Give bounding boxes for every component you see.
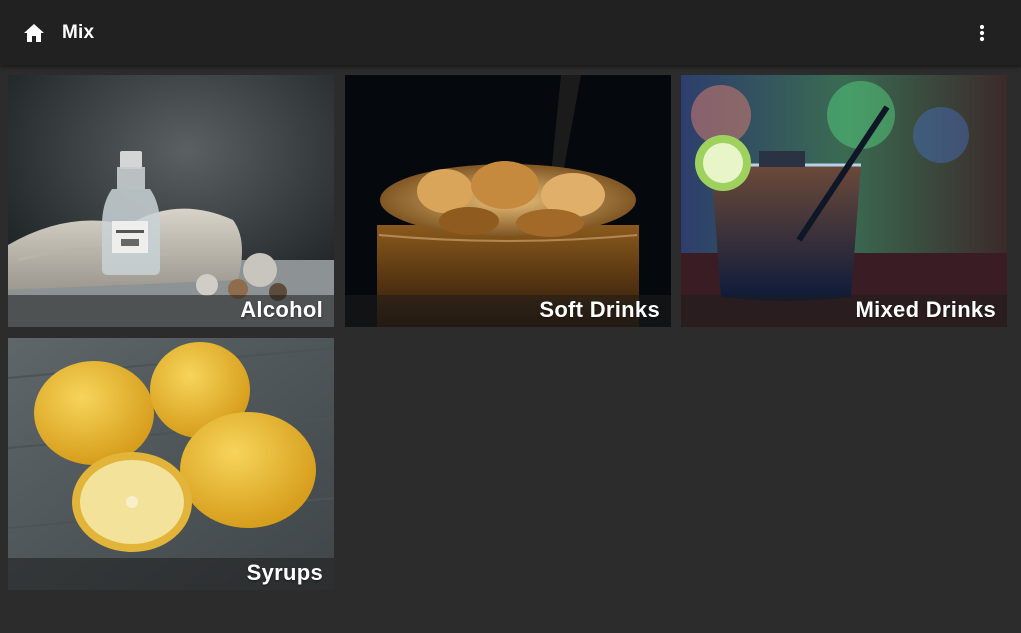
category-tile-syrups[interactable]: Syrups: [8, 338, 334, 590]
home-button[interactable]: [18, 17, 50, 49]
category-tile-mixed-drinks[interactable]: Mixed Drinks: [681, 75, 1007, 327]
app-bar: Mix: [0, 0, 1021, 65]
syrups-image: [8, 338, 334, 590]
tile-label-syrups: Syrups: [246, 560, 323, 585]
more-vert-icon: [979, 24, 985, 42]
tile-label-soft-drinks: Soft Drinks: [539, 297, 660, 322]
tile-label-mixed-drinks: Mixed Drinks: [855, 297, 996, 322]
mixed-drinks-image: [681, 75, 1007, 327]
category-tile-alcohol[interactable]: Alcohol: [8, 75, 334, 327]
soft-drinks-image: [345, 75, 671, 327]
category-tile-soft-drinks[interactable]: Soft Drinks: [345, 75, 671, 327]
tile-label-alcohol: Alcohol: [240, 297, 323, 322]
more-options-button[interactable]: [966, 17, 998, 49]
home-icon: [24, 24, 44, 42]
page-title: Mix: [62, 22, 95, 43]
alcohol-image: [8, 75, 334, 327]
